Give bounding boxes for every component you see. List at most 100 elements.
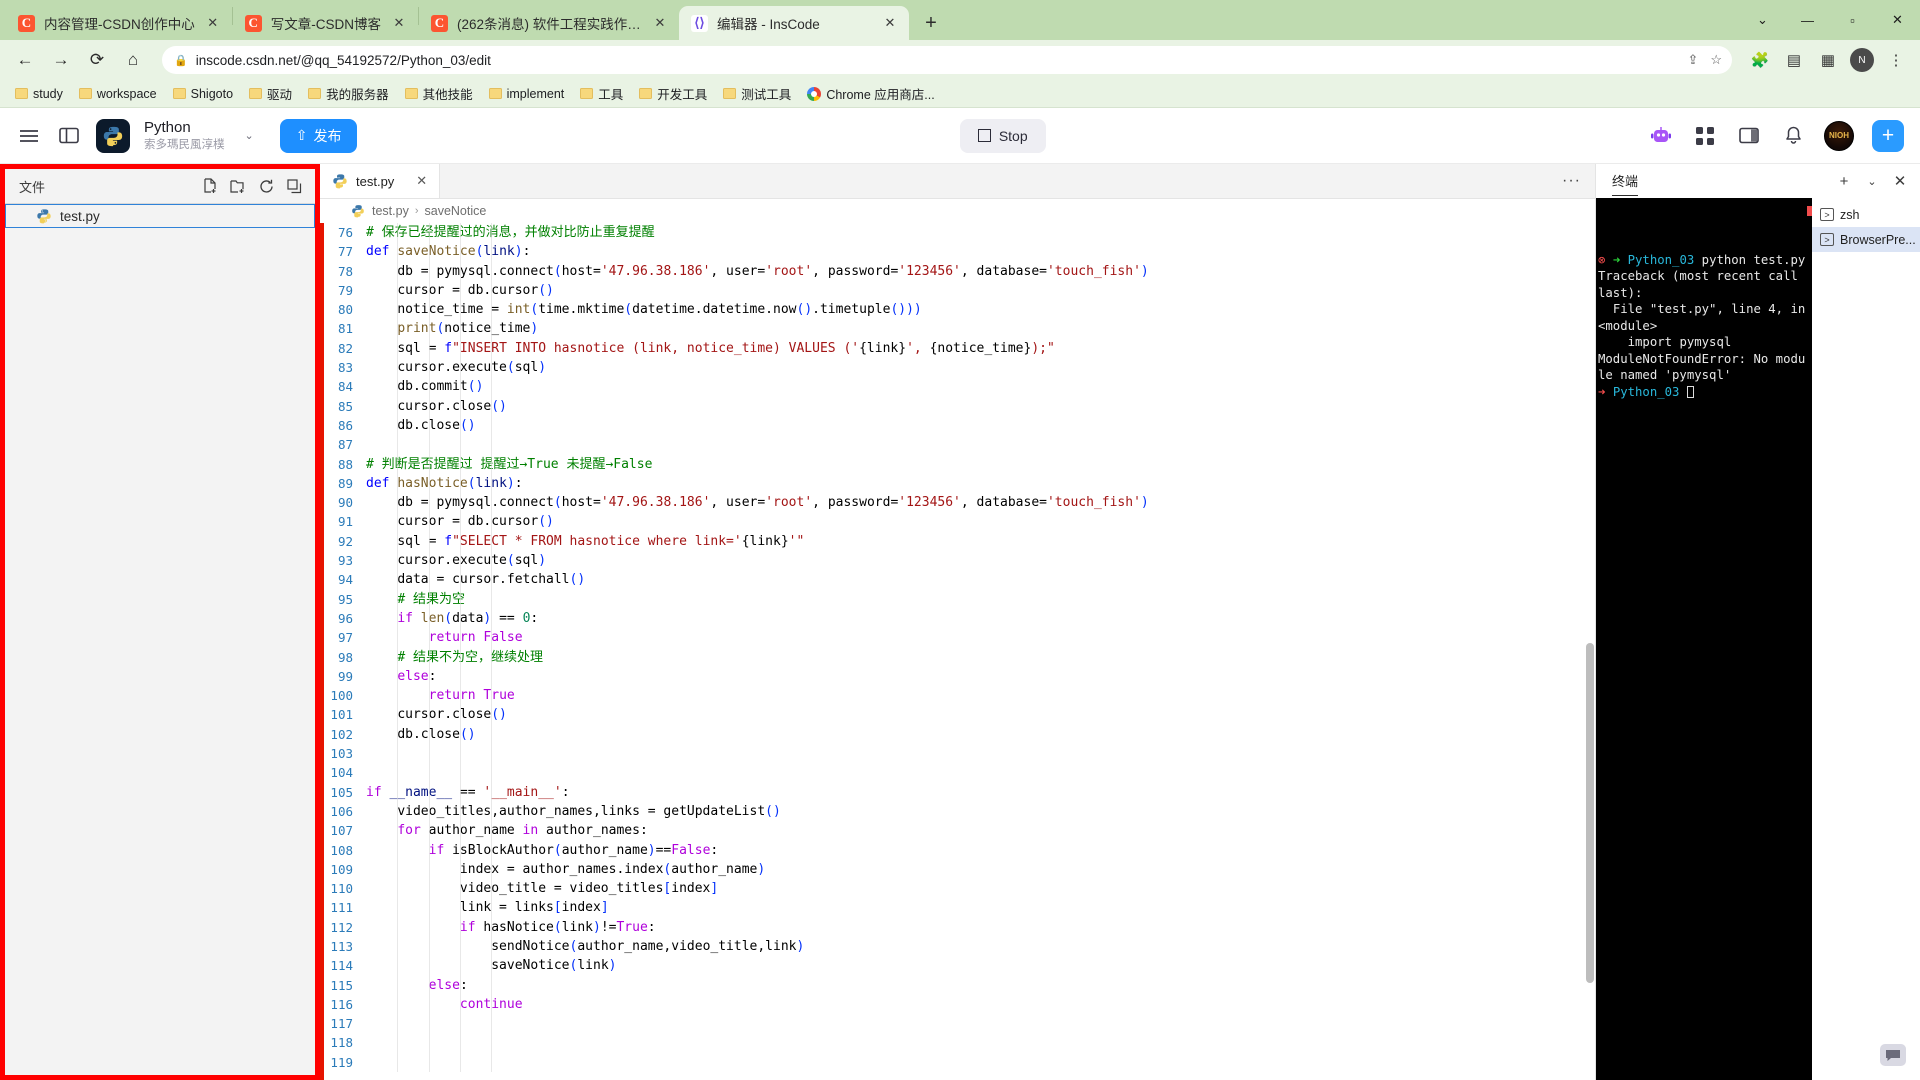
avatar[interactable]: NIOH <box>1824 120 1854 151</box>
code-line[interactable]: db = pymysql.connect(host='47.96.38.186'… <box>366 493 1585 512</box>
breadcrumb-symbol[interactable]: saveNotice <box>425 204 487 218</box>
code-line[interactable]: cursor.execute(sql) <box>366 551 1585 570</box>
code-line[interactable]: def hasNotice(link): <box>366 474 1585 493</box>
new-folder-icon[interactable] <box>227 175 249 197</box>
forward-icon[interactable]: → <box>46 45 76 75</box>
home-icon[interactable]: ⌂ <box>118 45 148 75</box>
chat-bubble-icon[interactable] <box>1880 1044 1906 1066</box>
code-line[interactable]: cursor.close() <box>366 705 1585 724</box>
code-line[interactable] <box>366 744 1585 763</box>
reload-icon[interactable]: ⟳ <box>82 45 112 75</box>
stop-button[interactable]: Stop <box>959 118 1046 153</box>
terminal-tab[interactable]: 终端 <box>1612 166 1639 196</box>
code-line[interactable]: cursor = db.cursor() <box>366 512 1585 531</box>
code-line[interactable]: cursor.execute(sql) <box>366 358 1585 377</box>
code-line[interactable]: else: <box>366 667 1585 686</box>
chevron-down-icon[interactable]: ⌄ <box>1862 171 1882 191</box>
breadcrumb-file[interactable]: test.py <box>372 204 409 218</box>
code-line[interactable]: sendNotice(author_name,video_title,link) <box>366 937 1585 956</box>
code-line[interactable]: db.close() <box>366 416 1585 435</box>
editor-overflow-menu[interactable]: ··· <box>1548 164 1595 198</box>
publish-button[interactable]: ⇧ 发布 <box>279 118 358 153</box>
bookmark-tools[interactable]: 工具 <box>573 82 630 105</box>
back-icon[interactable]: ← <box>10 45 40 75</box>
bookmark-chrome-webstore[interactable]: Chrome 应用商店... <box>800 82 941 105</box>
apps-grid-icon[interactable] <box>1692 123 1718 149</box>
terminal-session-zsh[interactable]: > zsh <box>1812 202 1920 227</box>
robot-icon[interactable] <box>1648 123 1674 149</box>
code-line[interactable] <box>366 763 1585 782</box>
code-line[interactable]: if isBlockAuthor(author_name)==False: <box>366 841 1585 860</box>
terminal-output[interactable]: ⊗ ➜ Python_03 python test.py Traceback (m… <box>1596 198 1812 1080</box>
code-line[interactable]: db = pymysql.connect(host='47.96.38.186'… <box>366 262 1585 281</box>
code-line[interactable]: print(notice_time) <box>366 319 1585 338</box>
code-line[interactable] <box>366 1053 1585 1072</box>
maximize-icon[interactable]: ▫ <box>1830 0 1875 40</box>
code-line[interactable]: # 结果不为空，继续处理 <box>366 648 1585 667</box>
browser-tab-2[interactable]: C (262条消息) 软件工程实践作业-- ✕ <box>419 6 679 40</box>
bookmark-other-skills[interactable]: 其他技能 <box>398 82 480 105</box>
new-tab-button[interactable]: + <box>917 9 945 37</box>
grid-icon[interactable]: ▦ <box>1814 46 1842 74</box>
panel-toggle-icon[interactable] <box>1736 123 1762 149</box>
add-terminal-icon[interactable]: + <box>1834 171 1854 191</box>
code-line[interactable]: cursor = db.cursor() <box>366 281 1585 300</box>
bookmark-test-tools[interactable]: 测试工具 <box>716 82 798 105</box>
code-line[interactable]: notice_time = int(time.mktime(datetime.d… <box>366 300 1585 319</box>
code-line[interactable]: link = links[index] <box>366 898 1585 917</box>
code-line[interactable]: video_title = video_titles[index] <box>366 879 1585 898</box>
chrome-menu-icon[interactable]: ⋮ <box>1882 46 1910 74</box>
bookmark-dev-tools[interactable]: 开发工具 <box>632 82 714 105</box>
bookmark-drivers[interactable]: 驱动 <box>242 82 299 105</box>
editor-tab-test-py[interactable]: test.py ✕ <box>320 164 441 198</box>
code-line[interactable]: # 保存已经提醒过的消息，并做对比防止重复提醒 <box>366 223 1585 242</box>
close-icon[interactable]: ✕ <box>1890 171 1910 191</box>
code-line[interactable]: for author_name in author_names: <box>366 821 1585 840</box>
share-icon[interactable]: ⇪ <box>1687 52 1698 68</box>
bookmark-shigoto[interactable]: Shigoto <box>166 85 240 103</box>
scrollbar-thumb[interactable] <box>1586 643 1594 983</box>
code-line[interactable] <box>366 435 1585 454</box>
code-line[interactable] <box>366 1033 1585 1052</box>
star-icon[interactable]: ☆ <box>1710 52 1722 68</box>
add-button[interactable]: + <box>1872 119 1904 152</box>
browser-tab-0[interactable]: C 内容管理-CSDN创作中心 ✕ <box>6 6 232 40</box>
file-item-test-py[interactable]: test.py <box>5 204 315 228</box>
collapse-all-icon[interactable] <box>283 175 305 197</box>
bell-icon[interactable] <box>1780 123 1806 149</box>
tab-close-icon[interactable]: ✕ <box>204 14 222 32</box>
code-line[interactable]: cursor.close() <box>366 397 1585 416</box>
code-line[interactable]: # 结果为空 <box>366 590 1585 609</box>
sidepanel-icon[interactable]: ▤ <box>1780 46 1808 74</box>
code-line[interactable]: # 判断是否提醒过 提醒过→True 未提醒→False <box>366 455 1585 474</box>
bookmark-my-server[interactable]: 我的服务器 <box>301 82 396 105</box>
code-line[interactable]: return True <box>366 686 1585 705</box>
code-line[interactable]: if __name__ == '__main__': <box>366 783 1585 802</box>
panel-layout-icon[interactable] <box>56 123 82 149</box>
bookmark-workspace[interactable]: workspace <box>72 85 164 103</box>
tab-close-icon[interactable]: ✕ <box>390 14 408 32</box>
code-line[interactable]: db.commit() <box>366 377 1585 396</box>
code-line[interactable]: db.close() <box>366 725 1585 744</box>
code-line[interactable]: sql = f"INSERT INTO hasnotice (link, not… <box>366 339 1585 358</box>
code-line[interactable]: if len(data) == 0: <box>366 609 1585 628</box>
profile-avatar[interactable]: N <box>1848 46 1876 74</box>
close-icon[interactable]: ✕ <box>416 173 427 189</box>
refresh-icon[interactable] <box>255 175 277 197</box>
chevron-down-icon[interactable]: ⌄ <box>245 129 254 142</box>
code-line[interactable]: sql = f"SELECT * FROM hasnotice where li… <box>366 532 1585 551</box>
code-line[interactable]: continue <box>366 995 1585 1014</box>
tab-close-icon[interactable]: ✕ <box>881 14 899 32</box>
code-line[interactable] <box>366 1014 1585 1033</box>
minimize-icon[interactable]: — <box>1785 0 1830 40</box>
code-line[interactable]: def saveNotice(link): <box>366 242 1585 261</box>
close-window-icon[interactable]: ✕ <box>1875 0 1920 40</box>
code-surface[interactable]: 76 77 78 79 80 81 82 83 84 85 86 87 88 89 90 91 92 93 94 95… <box>320 223 1595 1080</box>
browser-tab-1[interactable]: C 写文章-CSDN博客 ✕ <box>233 6 418 40</box>
editor-scrollbar[interactable] <box>1585 223 1595 1080</box>
code-line[interactable]: index = author_names.index(author_name) <box>366 860 1585 879</box>
code-line[interactable]: return False <box>366 628 1585 647</box>
address-bar[interactable]: 🔒 inscode.csdn.net/@qq_54192572/Python_0… <box>162 46 1732 74</box>
code-line[interactable]: else: <box>366 976 1585 995</box>
code-line[interactable]: video_titles,author_names,links = getUpd… <box>366 802 1585 821</box>
